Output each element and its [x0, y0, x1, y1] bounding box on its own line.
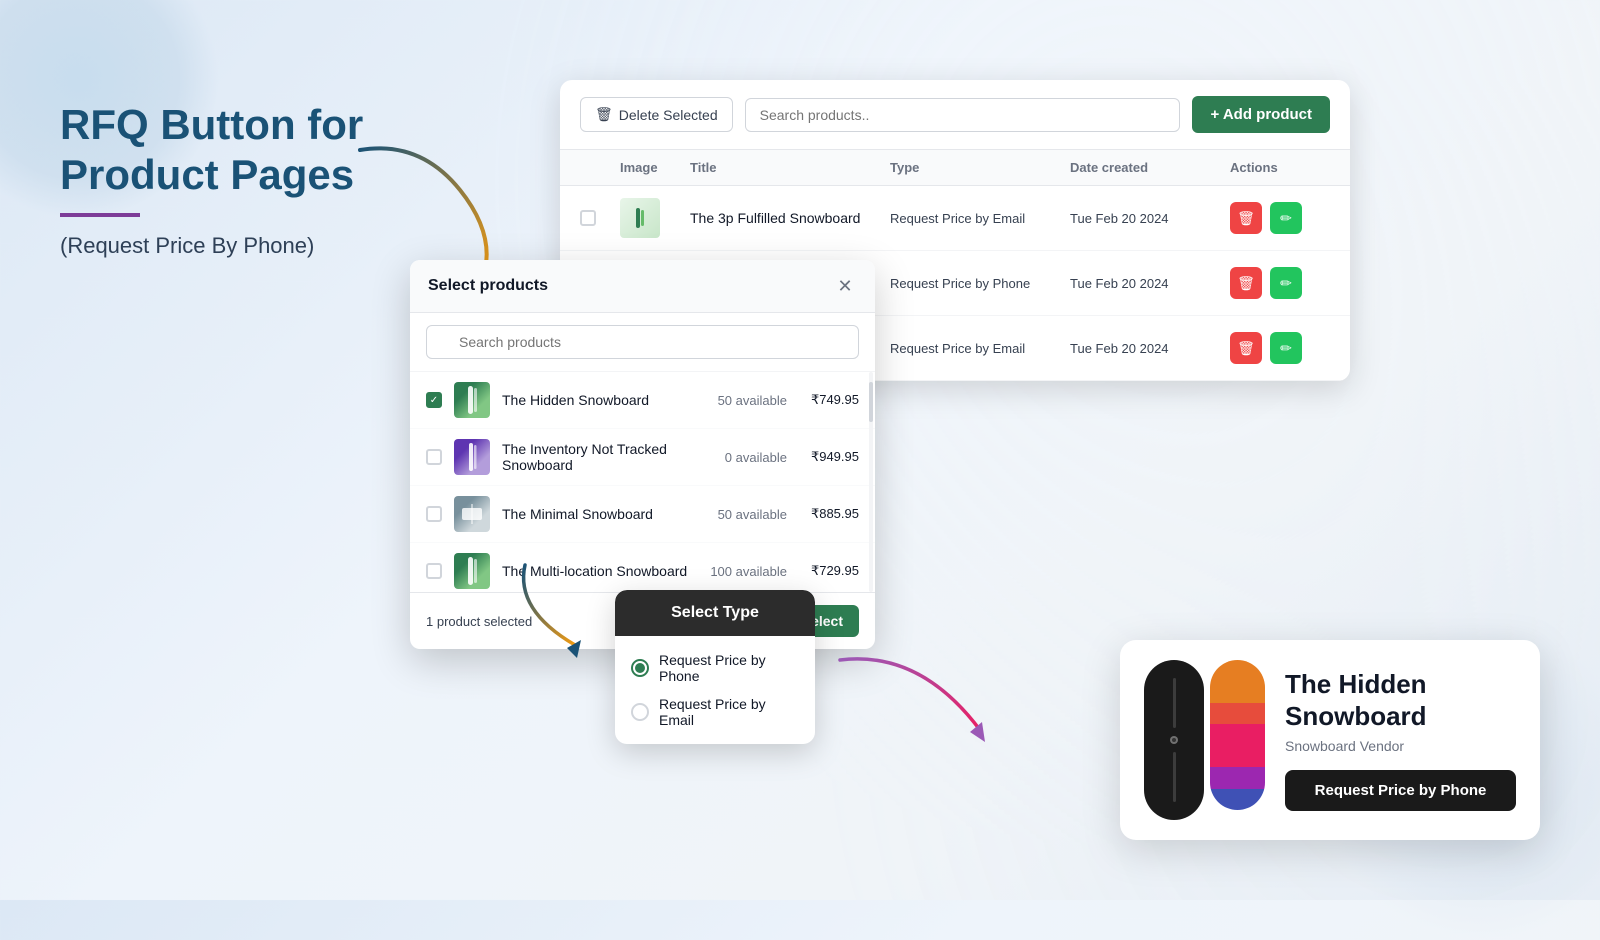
- product2-price: ₹949.95: [811, 449, 859, 465]
- product1-price: ₹749.95: [811, 392, 859, 408]
- row2-type: Request Price by Phone: [890, 276, 1070, 291]
- delete-selected-button[interactable]: 🗑 Delete Selected: [580, 97, 733, 132]
- product3-name: The Minimal Snowboard: [502, 506, 706, 522]
- select-type-header: Select Type: [615, 590, 815, 636]
- product1-checkbox[interactable]: ✓: [426, 392, 442, 408]
- row1-title: The 3p Fulfilled Snowboard: [690, 210, 890, 226]
- product-info: The Hidden Snowboard Snowboard Vendor Re…: [1285, 669, 1516, 810]
- row1-type: Request Price by Email: [890, 211, 1070, 226]
- row1-image: [620, 198, 660, 238]
- product3-checkbox[interactable]: [426, 506, 442, 522]
- product2-image: [454, 439, 490, 475]
- row3-actions: 🗑 ✏: [1230, 332, 1330, 364]
- modal-product-list: ✓ The Hidden Snowboard 50 available ₹749…: [410, 372, 875, 592]
- product1-stock: 50 available: [718, 393, 787, 408]
- header-checkbox-col: [580, 160, 620, 175]
- snowboard-images: [1144, 660, 1265, 820]
- product2-name: The Inventory Not Tracked Snowboard: [502, 441, 713, 473]
- modal-search-area: 🔍: [410, 313, 875, 372]
- trash-icon: 🗑: [595, 106, 613, 123]
- header-title: Title: [690, 160, 890, 175]
- main-title: RFQ Button for Product Pages: [60, 100, 380, 201]
- row1-date: Tue Feb 20 2024: [1070, 211, 1230, 226]
- row3-type: Request Price by Email: [890, 341, 1070, 356]
- type-phone-label: Request Price by Phone: [659, 652, 799, 684]
- row2-edit-button[interactable]: ✏: [1270, 267, 1302, 299]
- table-row: The 3p Fulfilled Snowboard Request Price…: [560, 186, 1350, 251]
- row3-date: Tue Feb 20 2024: [1070, 341, 1230, 356]
- type-option-email[interactable]: Request Price by Email: [631, 696, 799, 728]
- product3-price: ₹885.95: [811, 506, 859, 522]
- product-showcase-card: The Hidden Snowboard Snowboard Vendor Re…: [1120, 640, 1540, 840]
- product1-name: The Hidden Snowboard: [502, 392, 706, 408]
- row2-actions: 🗑 ✏: [1230, 267, 1330, 299]
- list-item[interactable]: The Minimal Snowboard 50 available ₹885.…: [410, 486, 875, 543]
- header-actions: Actions: [1230, 160, 1330, 175]
- row1-edit-button[interactable]: ✏: [1270, 202, 1302, 234]
- product4-checkbox[interactable]: [426, 563, 442, 579]
- modal-close-button[interactable]: ✕: [833, 274, 857, 298]
- row1-delete-button[interactable]: 🗑: [1230, 202, 1262, 234]
- select-type-modal: Select Type Request Price by Phone Reque…: [615, 590, 815, 744]
- arrow-type-to-showcase: [820, 640, 1020, 780]
- showcase-title: The Hidden Snowboard: [1285, 669, 1516, 731]
- row2-date: Tue Feb 20 2024: [1070, 276, 1230, 291]
- admin-toolbar: 🗑 Delete Selected + Add product: [560, 80, 1350, 150]
- type-email-label: Request Price by Email: [659, 696, 799, 728]
- type-option-phone[interactable]: Request Price by Phone: [631, 652, 799, 684]
- product2-stock: 0 available: [725, 450, 787, 465]
- row3-edit-button[interactable]: ✏: [1270, 332, 1302, 364]
- table-header: Image Title Type Date created Actions: [560, 150, 1350, 186]
- header-date: Date created: [1070, 160, 1230, 175]
- header-image: Image: [620, 160, 690, 175]
- product3-stock: 50 available: [718, 507, 787, 522]
- product2-checkbox[interactable]: [426, 449, 442, 465]
- header-type: Type: [890, 160, 1070, 175]
- modal-search-input[interactable]: [426, 325, 859, 359]
- modal-title: Select products: [428, 277, 548, 295]
- showcase-vendor: Snowboard Vendor: [1285, 738, 1516, 754]
- product3-image: [454, 496, 490, 532]
- snowboard-black: [1144, 660, 1204, 820]
- subtitle: (Request Price By Phone): [60, 233, 380, 259]
- radio-phone[interactable]: [631, 659, 649, 677]
- product4-stock: 100 available: [710, 564, 787, 579]
- radio-email[interactable]: [631, 703, 649, 721]
- product4-image: [454, 553, 490, 589]
- snowboard-colorful: [1210, 660, 1265, 810]
- modal-header: Select products ✕: [410, 260, 875, 313]
- add-product-button[interactable]: + Add product: [1192, 96, 1330, 133]
- row1-actions: 🗑 ✏: [1230, 202, 1330, 234]
- product4-price: ₹729.95: [811, 563, 859, 579]
- search-products-input[interactable]: [745, 98, 1181, 132]
- product1-image: [454, 382, 490, 418]
- select-type-body: Request Price by Phone Request Price by …: [615, 636, 815, 744]
- title-underline: [60, 213, 140, 217]
- rfq-phone-button[interactable]: Request Price by Phone: [1285, 770, 1516, 811]
- list-item[interactable]: The Inventory Not Tracked Snowboard 0 av…: [410, 429, 875, 486]
- left-panel: RFQ Button for Product Pages (Request Pr…: [60, 100, 380, 259]
- row3-delete-button[interactable]: 🗑: [1230, 332, 1262, 364]
- row1-checkbox[interactable]: [580, 210, 596, 226]
- list-item[interactable]: ✓ The Hidden Snowboard 50 available ₹749…: [410, 372, 875, 429]
- row2-delete-button[interactable]: 🗑: [1230, 267, 1262, 299]
